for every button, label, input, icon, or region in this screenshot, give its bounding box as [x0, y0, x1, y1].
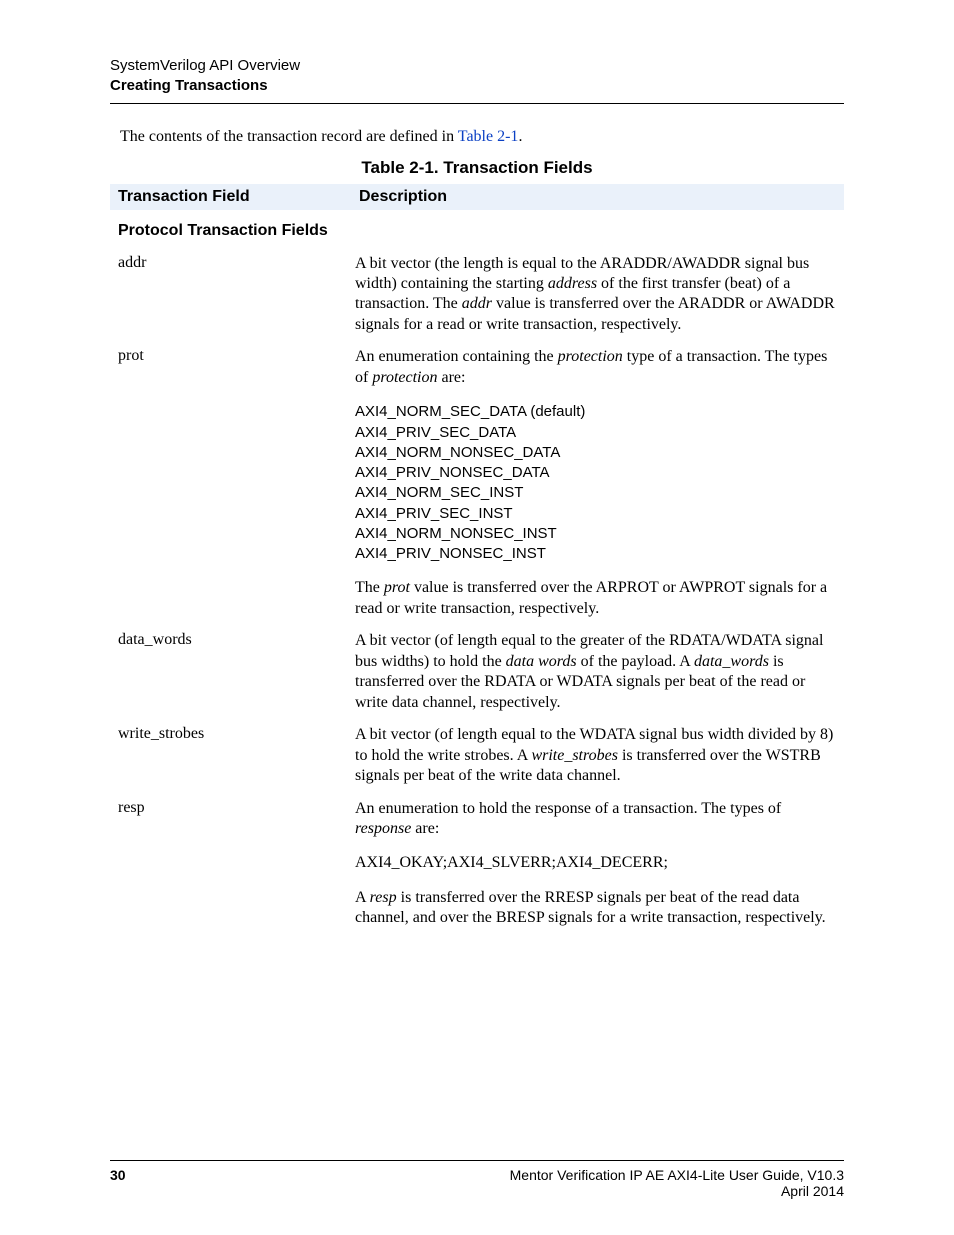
field-desc-resp: An enumeration to hold the response of a…: [351, 793, 844, 935]
field-name-data-words: data_words: [110, 625, 351, 719]
enum-item: AXI4_DECERR;: [556, 854, 668, 871]
intro-text-prefix: The contents of the transaction record a…: [120, 128, 458, 145]
enum-item: AXI4_NORM_NONSEC_DATA: [355, 443, 836, 463]
prot-trail: The prot value is transferred over the A…: [355, 578, 836, 619]
prot-lead: An enumeration containing the protection…: [355, 347, 836, 388]
table-row: addr A bit vector (the length is equal t…: [110, 248, 844, 342]
intro-text-suffix: .: [518, 128, 522, 145]
intro-paragraph: The contents of the transaction record a…: [120, 128, 844, 146]
field-desc-data-words: A bit vector (of length equal to the gre…: [351, 625, 844, 719]
section-header-protocol: Protocol Transaction Fields: [110, 210, 844, 248]
table-row: prot An enumeration containing the prote…: [110, 341, 844, 625]
column-header-field: Transaction Field: [110, 184, 351, 210]
footer-doc-title: Mentor Verification IP AE AXI4-Lite User…: [510, 1167, 844, 1183]
field-name-prot: prot: [110, 341, 351, 625]
enum-item: AXI4_SLVERR;: [447, 854, 556, 871]
field-name-write-strobes: write_strobes: [110, 719, 351, 792]
field-name-resp: resp: [110, 793, 351, 935]
page-footer: 30 Mentor Verification IP AE AXI4-Lite U…: [110, 1160, 844, 1199]
enum-item: AXI4_PRIV_SEC_DATA: [355, 423, 836, 443]
table-title: Table 2-1. Transaction Fields: [110, 158, 844, 178]
column-header-description: Description: [351, 184, 844, 210]
enum-item: AXI4_PRIV_NONSEC_INST: [355, 544, 836, 564]
resp-trail: A resp is transferred over the RRESP sig…: [355, 888, 836, 929]
footer-date: April 2014: [781, 1183, 844, 1199]
enum-item: AXI4_NORM_SEC_DATA (default): [355, 402, 836, 422]
transaction-fields-table: Transaction Field Description Protocol T…: [110, 184, 844, 935]
field-desc-write-strobes: A bit vector (of length equal to the WDA…: [351, 719, 844, 792]
table-row: data_words A bit vector (of length equal…: [110, 625, 844, 719]
enum-item: AXI4_NORM_SEC_INST: [355, 483, 836, 503]
table-row: resp An enumeration to hold the response…: [110, 793, 844, 935]
page-number: 30: [110, 1167, 126, 1199]
page-header: SystemVerilog API Overview Creating Tran…: [110, 56, 844, 104]
resp-enum-list: AXI4_OKAY;AXI4_SLVERR;AXI4_DECERR;: [355, 853, 836, 873]
field-desc-addr: A bit vector (the length is equal to the…: [351, 248, 844, 342]
resp-lead: An enumeration to hold the response of a…: [355, 799, 836, 840]
enum-item: AXI4_OKAY;: [355, 854, 447, 871]
header-section: SystemVerilog API Overview: [110, 56, 844, 76]
prot-enum-list: AXI4_NORM_SEC_DATA (default)AXI4_PRIV_SE…: [355, 402, 836, 564]
table-reference-link[interactable]: Table 2-1: [458, 128, 519, 145]
field-desc-prot: An enumeration containing the protection…: [351, 341, 844, 625]
enum-item: AXI4_PRIV_NONSEC_DATA: [355, 463, 836, 483]
enum-item: AXI4_PRIV_SEC_INST: [355, 504, 836, 524]
header-subsection: Creating Transactions: [110, 76, 844, 96]
enum-item: AXI4_NORM_NONSEC_INST: [355, 524, 836, 544]
field-name-addr: addr: [110, 248, 351, 342]
table-row: write_strobes A bit vector (of length eq…: [110, 719, 844, 792]
